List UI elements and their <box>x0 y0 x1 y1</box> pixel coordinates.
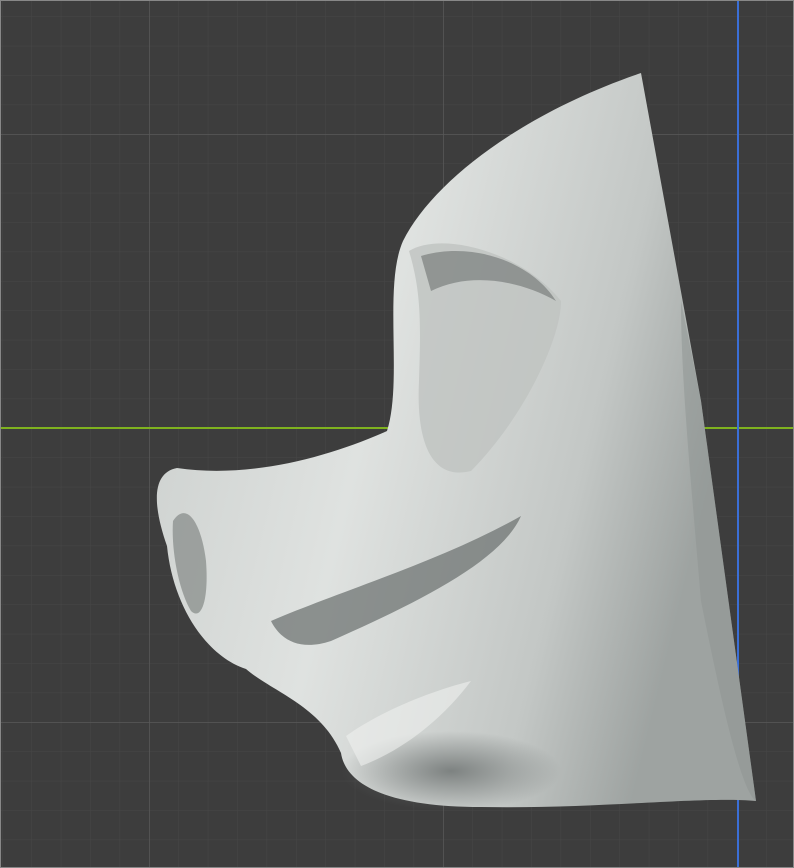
3d-viewport[interactable] <box>0 0 794 868</box>
viewport-canvas[interactable] <box>1 1 794 868</box>
